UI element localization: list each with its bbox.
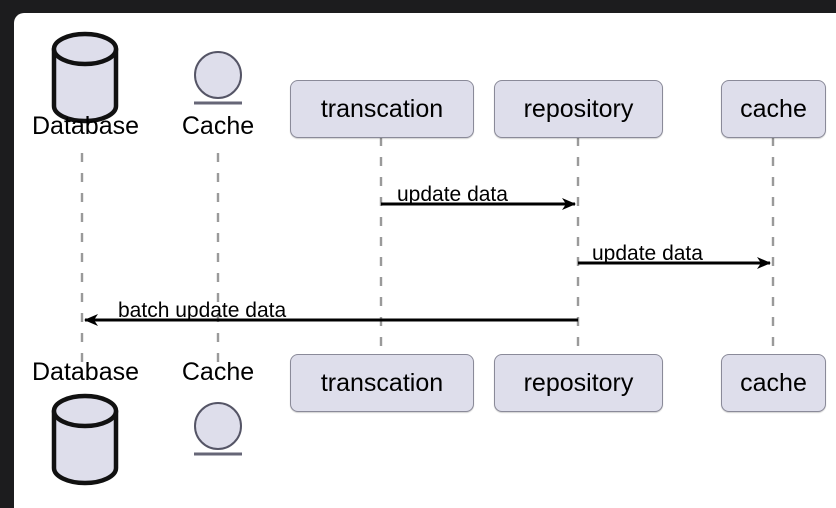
participant-label: repository	[523, 368, 634, 397]
node-label-cache-bottom: Cache	[181, 358, 255, 386]
node-label-database-bottom: Database	[31, 358, 140, 386]
message-label-update-data-1: update data	[397, 183, 508, 206]
diagram-canvas: transcation repository cache transcation…	[14, 13, 836, 508]
participant-box-repository-top[interactable]: repository	[494, 80, 663, 138]
participant-box-transcation-top[interactable]: transcation	[290, 80, 474, 138]
node-label-database-top: Database	[31, 112, 140, 140]
participant-label: cache	[740, 368, 807, 397]
participant-label: repository	[523, 94, 634, 123]
participant-box-cache-top[interactable]: cache	[721, 80, 826, 138]
node-label-cache-top: Cache	[181, 112, 255, 140]
database-node-top	[51, 31, 119, 124]
participant-box-transcation-bottom[interactable]: transcation	[290, 354, 474, 412]
screenshot-window: transcation repository cache transcation…	[0, 0, 836, 508]
participant-box-cache-bottom[interactable]: cache	[721, 354, 826, 412]
cache-node-top	[194, 51, 242, 105]
participant-box-repository-bottom[interactable]: repository	[494, 354, 663, 412]
participant-label: cache	[740, 94, 807, 123]
database-node-bottom	[51, 393, 119, 486]
participant-label: transcation	[320, 94, 444, 123]
message-label-update-data-2: update data	[592, 242, 703, 265]
cache-node-bottom	[194, 402, 242, 456]
message-label-batch-update-data: batch update data	[118, 299, 287, 322]
participant-label: transcation	[320, 368, 444, 397]
